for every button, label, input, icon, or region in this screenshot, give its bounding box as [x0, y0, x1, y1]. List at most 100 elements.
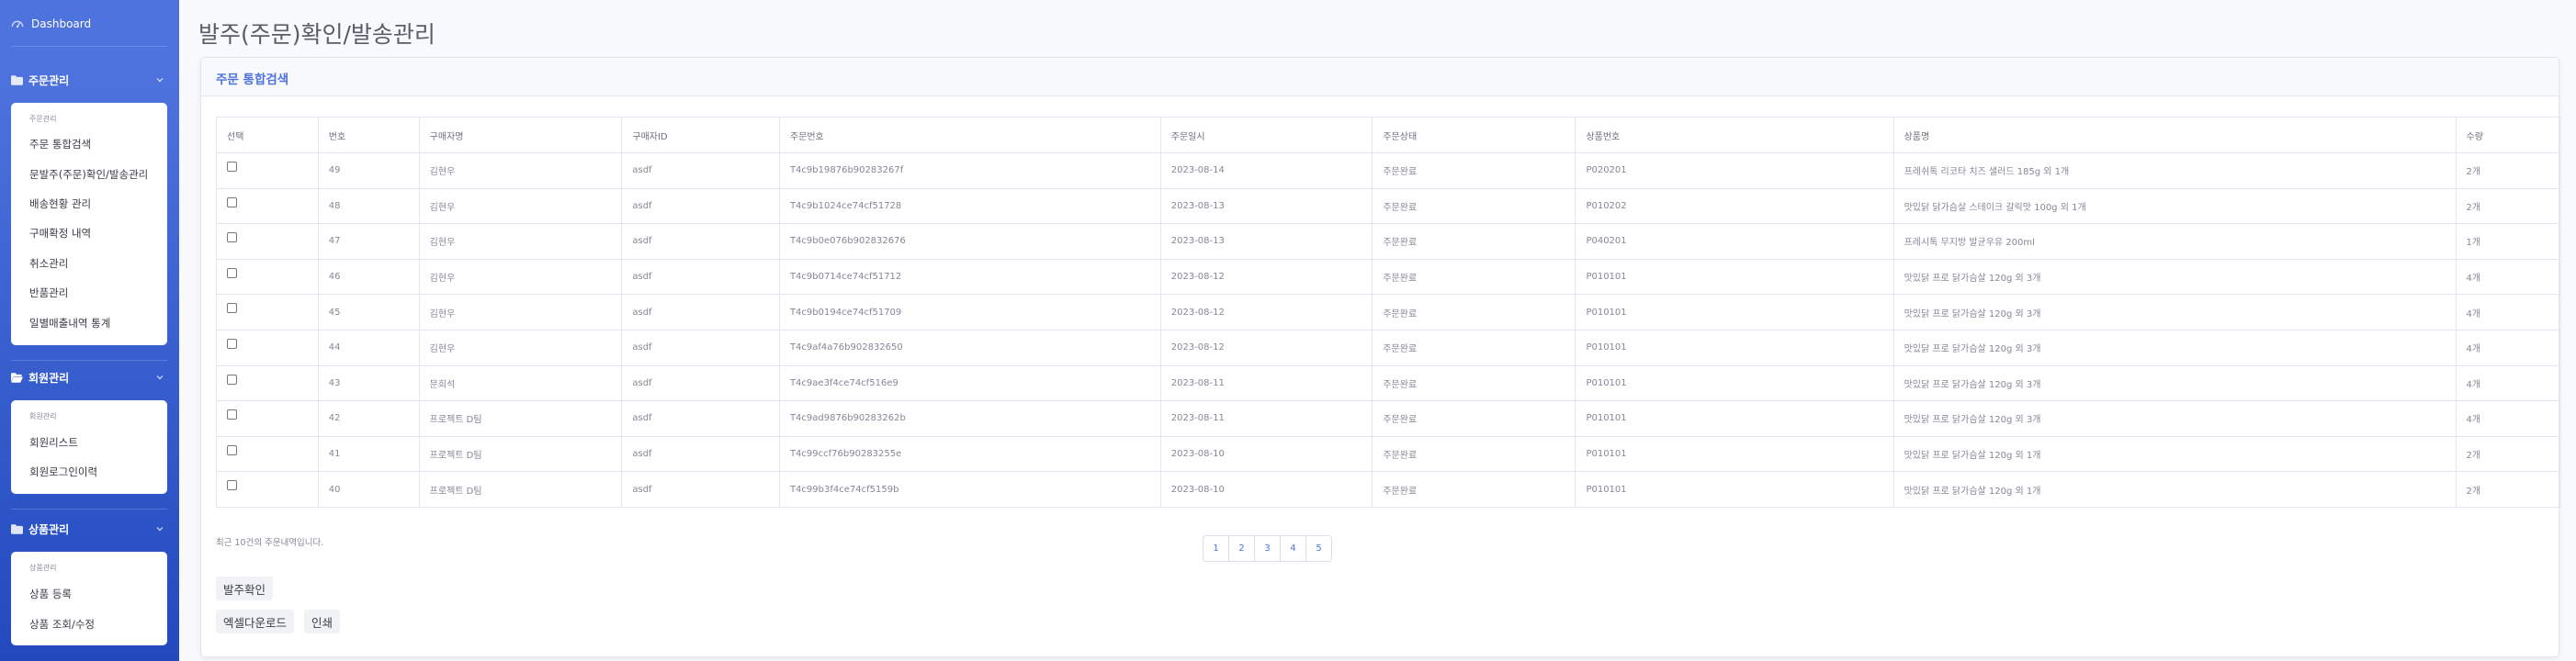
order-number-cell: 40 — [317, 471, 420, 508]
page-link-3[interactable]: 3 — [1254, 535, 1281, 562]
column-header[interactable]: 구매자명 — [418, 117, 623, 153]
table-row[interactable]: 42 프로젝트 D팀 asdf T4c9ad9876b90283262b 2023-08… — [216, 400, 2560, 437]
sidebar-item-purchase-confirm[interactable]: 구매확정 내역 — [29, 226, 91, 241]
row-checkbox[interactable] — [227, 162, 237, 173]
folder-open-icon — [11, 372, 23, 383]
sidebar-item-return[interactable]: 반품관리 — [29, 286, 68, 300]
quantity-cell: 1개 — [2455, 223, 2560, 260]
order-number-cell: 49 — [317, 152, 420, 189]
page-link-4[interactable]: 4 — [1280, 535, 1306, 562]
row-checkbox[interactable] — [227, 444, 237, 455]
column-header[interactable]: 번호 — [317, 117, 420, 153]
buyer-id-cell: asdf — [621, 400, 780, 437]
row-checkbox[interactable] — [227, 339, 237, 350]
sidebar: Dashboard 주문관리 주문관리 주문 통합검색 문발주(주문)확인/발송… — [0, 0, 179, 661]
sidebar-submenu-members: 회원관리 회원리스트 회원로그인이력 — [11, 400, 167, 494]
table-row[interactable]: 43 문희석 asdf T4c9ae3f4ce74cf516e9 2023-08-11 주… — [216, 364, 2560, 402]
sidebar-item-product-edit[interactable]: 상품 조회/수정 — [29, 617, 95, 632]
sidebar-item-daily-sales[interactable]: 일별매출내역 통계 — [29, 316, 110, 330]
nav-dashboard[interactable]: Dashboard — [11, 17, 91, 31]
column-header[interactable]: 주문상태 — [1372, 117, 1576, 153]
print-button[interactable]: 인쇄 — [304, 610, 341, 633]
product-name-cell: 맛있닭 닭가슴살 스테이크 갈릭맛 100g 외 1개 — [1892, 187, 2457, 225]
order-date-cell: 2023-08-11 — [1159, 364, 1373, 402]
column-header[interactable]: 수량 — [2455, 117, 2560, 153]
excel-download-button[interactable]: 엑셀다운로드 — [216, 610, 295, 633]
order-date-cell: 2023-08-12 — [1159, 294, 1373, 330]
sidebar-item-order-search[interactable]: 주문 통합검색 — [29, 137, 91, 151]
table-row[interactable]: 47 김현우 asdf T4c9b0e076b902832676 2023-08-13 주… — [216, 223, 2560, 260]
table-row[interactable]: 48 김현우 asdf T4c9b1024ce74cf51728 2023-08-13 주… — [216, 187, 2560, 225]
column-header[interactable]: 상품번호 — [1575, 117, 1894, 153]
order-id-cell: T4c99b3f4ce74cf5159b — [778, 471, 1161, 508]
sidebar-section-members[interactable]: 회원관리 — [11, 370, 168, 385]
column-header[interactable]: 주문일시 — [1159, 117, 1373, 153]
column-header[interactable]: 선택 — [216, 117, 319, 153]
order-number-cell: 42 — [317, 400, 420, 437]
order-number-cell: 43 — [317, 364, 420, 402]
order-number-cell: 46 — [317, 258, 420, 296]
chevron-down-icon — [156, 527, 164, 532]
row-checkbox[interactable] — [227, 196, 237, 207]
folder-icon — [11, 74, 23, 85]
row-checkbox[interactable] — [227, 409, 237, 420]
select-cell — [216, 294, 319, 330]
sidebar-item-order-confirm[interactable]: 문발주(주문)확인/발송관리 — [29, 167, 148, 182]
sidebar-item-login-history[interactable]: 회원로그인이력 — [29, 465, 97, 479]
row-checkbox[interactable] — [227, 480, 237, 491]
sidebar-divider — [11, 509, 168, 510]
table-row[interactable]: 45 김현우 asdf T4c9b0194ce74cf51709 2023-08-12 주… — [216, 294, 2560, 330]
table-row[interactable]: 44 김현우 asdf T4c9af4a76b902832650 2023-08-12 주… — [216, 329, 2560, 366]
table-row[interactable]: 49 김현우 asdf T4c9b19876b90283267f 2023-08-14 주… — [216, 152, 2560, 189]
select-cell — [216, 152, 319, 189]
column-header[interactable]: 구매자ID — [621, 117, 780, 153]
buyer-id-cell: asdf — [621, 435, 780, 473]
product-name-cell: 맛있닭 프로 닭가슴살 120g 외 3개 — [1892, 294, 2457, 330]
quantity-cell: 4개 — [2455, 258, 2560, 296]
buyer-name-cell: 김현우 — [418, 223, 623, 260]
order-status-cell: 주문완료 — [1372, 223, 1576, 260]
row-checkbox[interactable] — [227, 374, 237, 385]
column-header[interactable]: 상품명 — [1892, 117, 2457, 153]
buyer-name-cell: 문희석 — [418, 364, 623, 402]
table-row[interactable]: 40 프로젝트 D팀 asdf T4c99b3f4ce74cf5159b 2023-08… — [216, 471, 2560, 508]
order-status-cell: 주문완료 — [1372, 329, 1576, 366]
sidebar-section-products[interactable]: 상품관리 — [11, 521, 168, 536]
row-checkbox[interactable] — [227, 232, 237, 243]
quantity-cell: 2개 — [2455, 435, 2560, 473]
sidebar-section-orders[interactable]: 주문관리 — [11, 73, 168, 87]
sidebar-item-cancel[interactable]: 취소관리 — [29, 256, 68, 271]
order-id-cell: T4c9ae3f4ce74cf516e9 — [778, 364, 1161, 402]
buyer-name-cell: 프로젝트 D팀 — [418, 471, 623, 508]
page-link-2[interactable]: 2 — [1228, 535, 1255, 562]
product-code-cell: P010101 — [1575, 364, 1894, 402]
sidebar-item-product-register[interactable]: 상품 등록 — [29, 587, 72, 601]
product-code-cell: P010101 — [1575, 435, 1894, 473]
buyer-id-cell: asdf — [621, 152, 780, 189]
product-name-cell: 맛있닭 프로 닭가슴살 120g 외 3개 — [1892, 329, 2457, 366]
order-status-cell: 주문완료 — [1372, 364, 1576, 402]
table-row[interactable]: 41 프로젝트 D팀 asdf T4c99ccf76b90283255e 2023-08… — [216, 435, 2560, 473]
sidebar-submenu-products: 상품관리 상품 등록 상품 조회/수정 — [11, 552, 167, 645]
order-id-cell: T4c9b0714ce74cf51712 — [778, 258, 1161, 296]
order-number-cell: 47 — [317, 223, 420, 260]
row-checkbox[interactable] — [227, 303, 237, 314]
order-date-cell: 2023-08-14 — [1159, 152, 1373, 189]
select-cell — [216, 364, 319, 402]
product-name-cell: 맛있닭 프로 닭가슴살 120g 외 3개 — [1892, 364, 2457, 402]
column-header[interactable]: 주문번호 — [778, 117, 1161, 153]
sidebar-section-orders-label: 주문관리 — [28, 73, 70, 87]
page-link-5[interactable]: 5 — [1305, 535, 1332, 562]
product-code-cell: P020201 — [1575, 152, 1894, 189]
page-link-1[interactable]: 1 — [1203, 535, 1229, 562]
row-checkbox[interactable] — [227, 267, 237, 278]
sidebar-item-delivery[interactable]: 배송현황 관리 — [29, 196, 91, 211]
order-status-cell: 주문완료 — [1372, 471, 1576, 508]
order-confirm-button[interactable]: 발주확인 — [216, 577, 274, 600]
sidebar-item-member-list[interactable]: 회원리스트 — [29, 435, 78, 450]
order-date-cell: 2023-08-12 — [1159, 329, 1373, 366]
sidebar-divider — [11, 360, 168, 361]
table-row[interactable]: 46 김현우 asdf T4c9b0714ce74cf51712 2023-08-12 주… — [216, 258, 2560, 296]
submenu-header: 회원관리 — [29, 412, 57, 420]
select-cell — [216, 435, 319, 473]
